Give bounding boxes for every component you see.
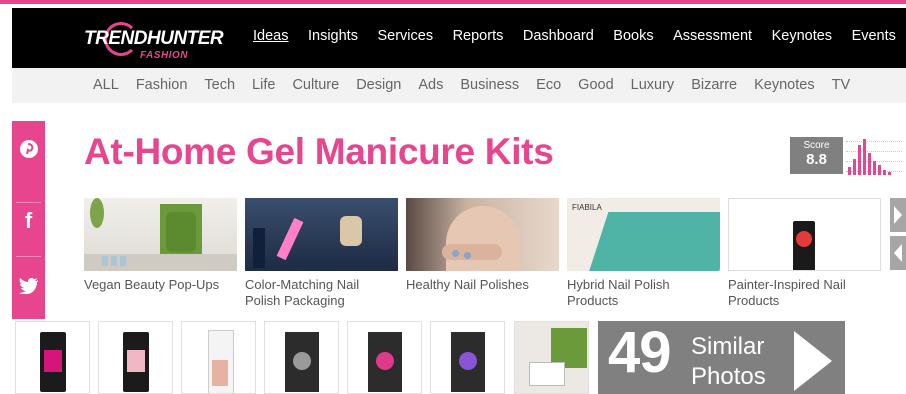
histogram-bar	[848, 167, 851, 175]
histogram-bar	[873, 161, 876, 175]
histogram-bar	[853, 159, 856, 175]
similar-count: 49	[608, 321, 672, 385]
category-ads[interactable]: Ads	[418, 77, 443, 93]
related-thumb-2[interactable]	[245, 198, 398, 271]
nav-reports[interactable]: Reports	[453, 28, 504, 52]
gallery-thumb-1[interactable]	[15, 321, 90, 394]
twitter-icon[interactable]	[12, 278, 45, 299]
score-badge: Score 8.8	[790, 137, 843, 174]
category-bizarre[interactable]: Bizarre	[691, 77, 737, 93]
next-arrow-icon[interactable]	[890, 198, 906, 232]
carousel-controls	[890, 198, 906, 270]
nav-events[interactable]: Events	[852, 28, 896, 52]
logo-subtitle: FASHION	[140, 50, 188, 61]
gallery-thumb-3[interactable]	[181, 321, 256, 394]
related-thumb-1[interactable]	[84, 198, 237, 271]
category-tech[interactable]: Tech	[204, 77, 235, 93]
similar-label-1: Similar	[691, 333, 765, 360]
related-caption-4[interactable]: Hybrid Nail Polish Products	[567, 277, 720, 309]
category-luxury[interactable]: Luxury	[631, 77, 675, 93]
play-arrow-icon	[794, 331, 832, 391]
main-nav: Ideas Insights Services Reports Dashboar…	[253, 28, 906, 52]
related-caption-2[interactable]: Color-Matching Nail Polish Packaging	[245, 277, 398, 309]
histogram-bar	[888, 172, 891, 175]
related-thumb-4[interactable]: FIABILA	[567, 198, 720, 271]
category-eco[interactable]: Eco	[536, 77, 561, 93]
nav-ideas[interactable]: Ideas	[253, 28, 288, 52]
prev-arrow-icon[interactable]	[890, 236, 906, 270]
category-fashion[interactable]: Fashion	[136, 77, 188, 93]
gallery-thumb-4[interactable]	[264, 321, 339, 394]
social-divider	[16, 202, 41, 203]
pinterest-icon[interactable]	[12, 139, 45, 164]
category-business[interactable]: Business	[460, 77, 519, 93]
thumb-brand-text: FIABILA	[572, 203, 602, 212]
histogram-bar	[868, 153, 871, 175]
histogram-bar	[863, 139, 866, 175]
category-nav: ALL Fashion Tech Life Culture Design Ads…	[12, 68, 906, 103]
related-caption-5[interactable]: Painter-Inspired Nail Products	[728, 277, 881, 309]
logo-wordmark: TRENDHUNTER	[84, 28, 224, 49]
histogram-gridline	[846, 141, 902, 142]
histogram-bar	[883, 170, 886, 175]
social-divider	[16, 256, 41, 257]
facebook-icon[interactable]: f	[12, 208, 45, 234]
gallery-thumb-6[interactable]	[430, 321, 505, 394]
histogram-bar	[858, 145, 861, 175]
nav-insights[interactable]: Insights	[308, 28, 358, 52]
nav-books[interactable]: Books	[613, 28, 653, 52]
top-accent-line	[0, 0, 906, 8]
nav-dashboard[interactable]: Dashboard	[523, 28, 594, 52]
category-culture[interactable]: Culture	[292, 77, 339, 93]
category-keynotes[interactable]: Keynotes	[754, 77, 814, 93]
gallery-thumb-5[interactable]	[347, 321, 422, 394]
category-all[interactable]: ALL	[93, 77, 119, 93]
category-good[interactable]: Good	[578, 77, 613, 93]
similar-photos-button[interactable]: 49 Similar Photos	[598, 321, 845, 394]
related-caption-1[interactable]: Vegan Beauty Pop-Ups	[84, 277, 237, 293]
top-navbar: TRENDHUNTER FASHION Ideas Insights Servi…	[12, 8, 906, 68]
trendhunter-logo[interactable]: TRENDHUNTER FASHION	[84, 22, 244, 62]
similar-label-2: Photos	[691, 363, 766, 390]
histogram-bar	[878, 165, 881, 175]
nav-assessment[interactable]: Assessment	[673, 28, 752, 52]
score-label: Score	[803, 140, 830, 151]
nav-keynotes[interactable]: Keynotes	[772, 28, 832, 52]
related-caption-3[interactable]: Healthy Nail Polishes	[406, 277, 559, 293]
related-thumb-3[interactable]	[406, 198, 559, 271]
score-value: 8.8	[806, 151, 827, 168]
gallery-thumb-2[interactable]	[98, 321, 173, 394]
category-design[interactable]: Design	[356, 77, 401, 93]
social-share-bar: f	[12, 121, 45, 319]
category-tv[interactable]: TV	[832, 77, 851, 93]
histogram-gridline	[846, 151, 902, 152]
nav-services[interactable]: Services	[377, 28, 433, 52]
gallery-thumb-7[interactable]	[514, 321, 589, 394]
article-title: At-Home Gel Manicure Kits	[84, 131, 554, 172]
score-histogram	[846, 137, 902, 177]
related-thumb-5[interactable]	[728, 198, 881, 271]
category-life[interactable]: Life	[252, 77, 275, 93]
